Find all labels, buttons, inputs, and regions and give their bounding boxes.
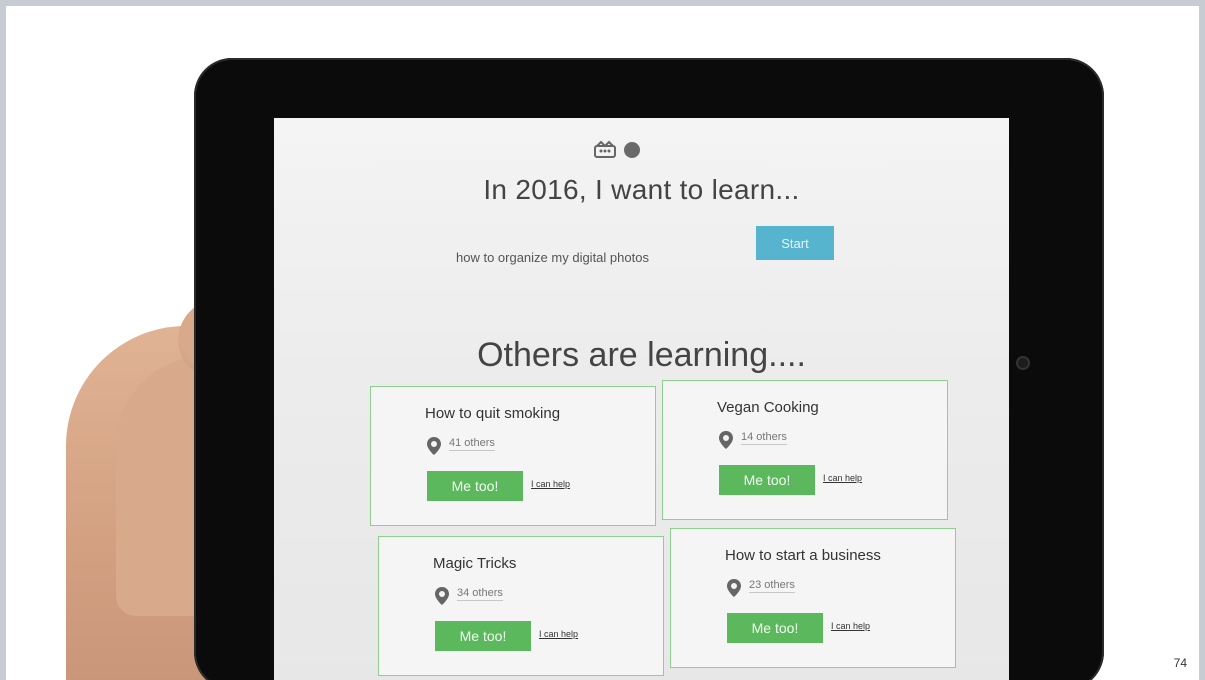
tablet-screen: In 2016, I want to learn... Start Others… xyxy=(274,118,1009,680)
card-title: Magic Tricks xyxy=(433,555,517,572)
location-pin-icon xyxy=(719,431,733,449)
i-can-help-link[interactable]: I can help xyxy=(539,629,578,639)
slide-frame: In 2016, I want to learn... Start Others… xyxy=(0,0,1205,680)
section-title: Others are learning.... xyxy=(477,336,806,374)
card-title: How to quit smoking xyxy=(425,405,561,422)
me-too-button[interactable]: Me too! xyxy=(427,471,523,501)
others-count[interactable]: 34 others xyxy=(457,587,503,601)
learning-card: Magic Tricks 34 others Me too! I can hel… xyxy=(378,536,664,676)
page-number: 74 xyxy=(1173,656,1187,670)
start-button[interactable]: Start xyxy=(756,226,834,260)
location-pin-icon xyxy=(435,587,449,605)
card-title: Vegan Cooking xyxy=(717,399,819,416)
others-count[interactable]: 14 others xyxy=(741,431,787,445)
page-title: In 2016, I want to learn... xyxy=(483,174,800,205)
badge-icon xyxy=(624,142,640,158)
location-pin-icon xyxy=(727,579,741,597)
me-too-button[interactable]: Me too! xyxy=(719,465,815,495)
location-pin-icon xyxy=(427,437,441,455)
cards-grid: How to quit smoking 41 others Me too! I … xyxy=(370,380,956,680)
crown-icon xyxy=(594,140,616,158)
i-can-help-link[interactable]: I can help xyxy=(823,473,862,483)
camera-dot xyxy=(1016,356,1030,370)
others-count[interactable]: 23 others xyxy=(749,579,795,593)
me-too-button[interactable]: Me too! xyxy=(435,621,531,651)
logo-row xyxy=(592,140,640,160)
i-can-help-link[interactable]: I can help xyxy=(831,621,870,631)
me-too-button[interactable]: Me too! xyxy=(727,613,823,643)
learning-card: How to quit smoking 41 others Me too! I … xyxy=(370,386,656,526)
learning-card: How to start a business 23 others Me too… xyxy=(670,528,956,668)
learn-input[interactable] xyxy=(454,240,708,274)
others-count[interactable]: 41 others xyxy=(449,437,495,451)
card-title: How to start a business xyxy=(725,547,881,564)
i-can-help-link[interactable]: I can help xyxy=(531,479,570,489)
learning-card: Vegan Cooking 14 others Me too! I can he… xyxy=(662,380,948,520)
